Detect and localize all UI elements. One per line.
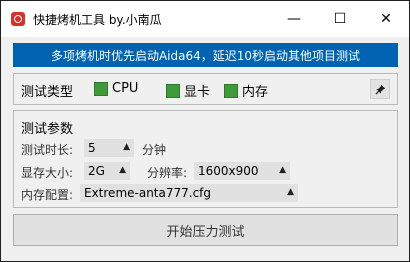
spin-up-icon[interactable]: ▲	[123, 142, 130, 152]
memory-checkbox[interactable]: 内存	[224, 81, 268, 100]
maximize-button[interactable]: ☐	[317, 1, 363, 37]
test-type-label: 测试类型	[21, 85, 74, 100]
duration-spinbox[interactable]: 5 ▲	[84, 139, 134, 157]
memory-checkbox-label: 内存	[242, 85, 269, 100]
vram-spinbox[interactable]: 2G ▲	[84, 162, 130, 180]
vram-label: 显存大小:	[21, 166, 74, 180]
test-params-title: 测试参数	[21, 122, 74, 137]
resolution-label: 分辨率:	[147, 166, 188, 180]
info-banner: 多项烤机时优先启动Aida64，延迟10秒启动其他项目测试	[13, 43, 398, 67]
window-title: 快捷烤机工具 by.小南瓜	[33, 13, 162, 27]
cpu-checkbox[interactable]: CPU	[94, 81, 138, 96]
minimize-button[interactable]: —	[271, 1, 317, 37]
gpu-checkbox[interactable]: 显卡	[166, 81, 210, 100]
start-stress-test-button[interactable]: 开始压力测试	[13, 214, 398, 246]
duration-label: 测试时长:	[21, 143, 74, 157]
memory-config-select[interactable]: Extreme-anta777.cfg ▲	[80, 184, 298, 202]
duration-unit: 分钟	[142, 143, 167, 157]
app-window: 快捷烤机工具 by.小南瓜 — ☐ ✕ 多项烤机时优先启动Aida64，延迟10…	[0, 0, 410, 262]
test-type-panel: 测试类型 CPU 显卡 内存	[13, 73, 398, 105]
gpu-checkbox-label: 显卡	[184, 85, 211, 100]
spin-up-icon[interactable]: ▲	[119, 165, 126, 175]
title-bar: 快捷烤机工具 by.小南瓜 — ☐ ✕	[1, 1, 409, 37]
vram-value: 2G	[88, 164, 105, 178]
checkbox-checked-icon	[166, 83, 180, 98]
pin-icon	[374, 84, 385, 95]
dropdown-arrow-icon[interactable]: ▲	[287, 187, 294, 197]
app-icon	[11, 12, 25, 26]
resolution-spinbox[interactable]: 1600x900 ▲	[194, 162, 290, 180]
checkbox-checked-icon	[94, 81, 108, 96]
cpu-checkbox-label: CPU	[112, 81, 139, 96]
resolution-value: 1600x900	[198, 164, 259, 178]
maximize-icon: ☐	[333, 11, 347, 27]
close-button[interactable]: ✕	[363, 1, 409, 37]
memory-config-label: 内存配置:	[21, 188, 74, 202]
minimize-icon: —	[287, 11, 301, 27]
memory-config-value: Extreme-anta777.cfg	[84, 186, 212, 200]
checkbox-checked-icon	[224, 83, 238, 98]
test-params-panel: 测试参数 测试时长: 5 ▲ 分钟 显存大小: 2G ▲ 分辨率: 1600x9…	[13, 110, 398, 208]
close-icon: ✕	[380, 11, 392, 27]
pin-button[interactable]	[370, 79, 390, 99]
spin-up-icon[interactable]: ▲	[279, 165, 286, 175]
duration-value: 5	[88, 141, 96, 155]
